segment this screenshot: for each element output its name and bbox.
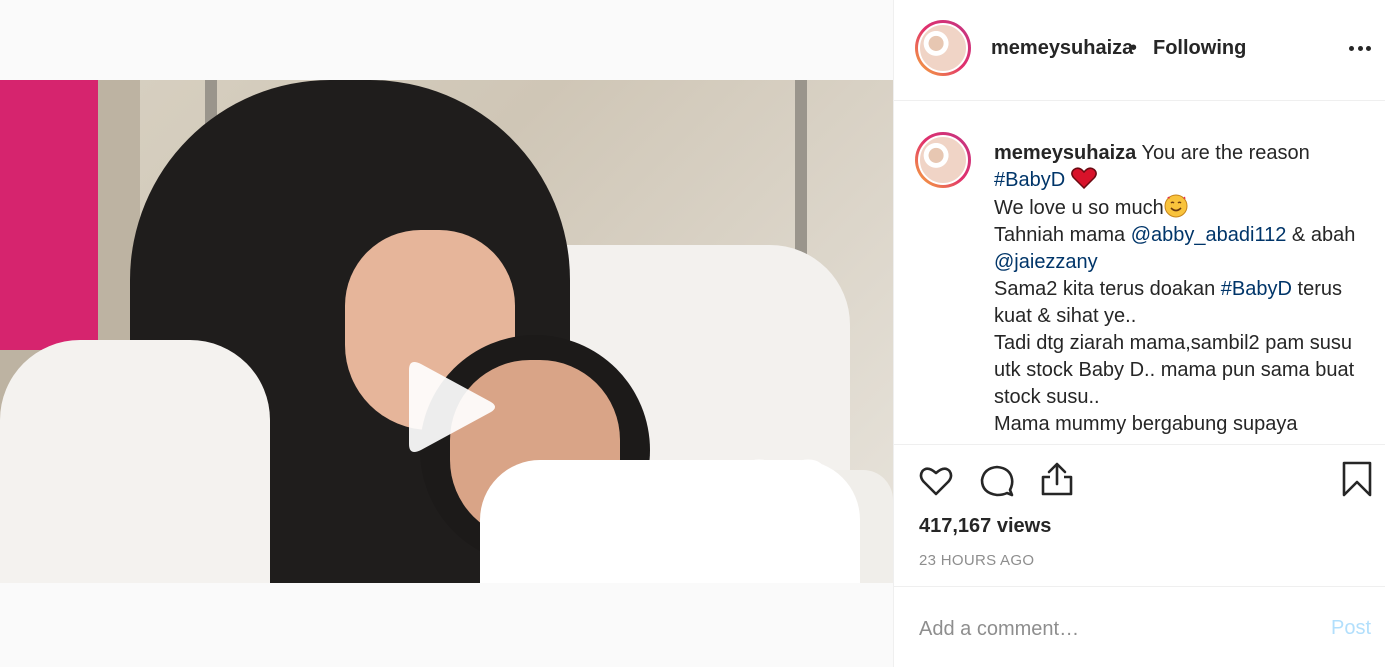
play-icon[interactable] bbox=[403, 360, 498, 455]
date-year: 2019 bbox=[786, 540, 834, 560]
avatar[interactable] bbox=[915, 132, 971, 188]
header-username[interactable]: memeysuhaiza bbox=[991, 37, 1133, 60]
bookmark-icon[interactable] bbox=[1339, 461, 1375, 497]
post-actions: 417,167 views 23 HOURS AGO bbox=[894, 444, 1385, 587]
caption-line: You are the reason bbox=[1136, 142, 1310, 164]
smiling-face-with-hearts-icon bbox=[1164, 194, 1188, 218]
post-header: memeysuhaiza • Following bbox=[894, 0, 1385, 101]
video-person-shirt bbox=[0, 340, 270, 583]
comment-form: Post bbox=[894, 588, 1385, 667]
view-count[interactable]: 417,167 views bbox=[919, 515, 1051, 538]
caption-line: Tahniah mama bbox=[994, 224, 1131, 246]
following-button[interactable]: Following bbox=[1153, 37, 1246, 60]
date-day: 28 bbox=[737, 445, 833, 534]
share-upload-icon[interactable] bbox=[1039, 461, 1075, 497]
mention-link[interactable]: @jaiezzany bbox=[994, 251, 1098, 273]
caption-line: & abah bbox=[1286, 224, 1356, 246]
caption-line: Sama2 kita terus doakan bbox=[994, 278, 1221, 300]
post-video[interactable]: 28 SEP. 2019 bbox=[0, 80, 893, 583]
post-timestamp[interactable]: 23 HOURS AGO bbox=[919, 552, 1034, 569]
avatar[interactable] bbox=[915, 20, 971, 76]
caption-line: We love u so much bbox=[994, 197, 1164, 219]
date-month-year: SEP. 2019 bbox=[734, 540, 834, 560]
hashtag-link[interactable]: #BabyD bbox=[994, 169, 1065, 191]
more-options-icon[interactable] bbox=[1349, 44, 1371, 52]
hashtag-link[interactable]: #BabyD bbox=[1221, 278, 1292, 300]
caption-username[interactable]: memeysuhaiza bbox=[994, 142, 1136, 164]
media-panel: 28 SEP. 2019 bbox=[0, 0, 893, 667]
caption-line: Mama mummy bergabung supaya bbox=[994, 413, 1298, 435]
caption-line: Tadi dtg ziarah mama,sambil2 pam susu ut… bbox=[994, 332, 1355, 408]
caption-text: memeysuhaiza You are the reason #BabyD W… bbox=[994, 140, 1364, 438]
post-comment-button[interactable]: Post bbox=[1331, 617, 1371, 640]
red-heart-icon bbox=[1070, 167, 1097, 189]
mention-link[interactable]: @abby_abadi112 bbox=[1131, 224, 1287, 246]
heart-outline-icon[interactable] bbox=[918, 463, 954, 499]
separator-dot: • bbox=[1130, 37, 1138, 59]
date-stamp: 28 SEP. 2019 bbox=[734, 450, 834, 560]
caption-area: memeysuhaiza You are the reason #BabyD W… bbox=[894, 102, 1385, 444]
video-banner bbox=[0, 80, 98, 350]
comment-bubble-icon[interactable] bbox=[979, 463, 1015, 499]
comment-input[interactable] bbox=[919, 616, 1299, 642]
post-side-panel: memeysuhaiza • Following memeysuhaiza Yo… bbox=[893, 0, 1385, 667]
date-month: SEP. bbox=[734, 540, 776, 560]
